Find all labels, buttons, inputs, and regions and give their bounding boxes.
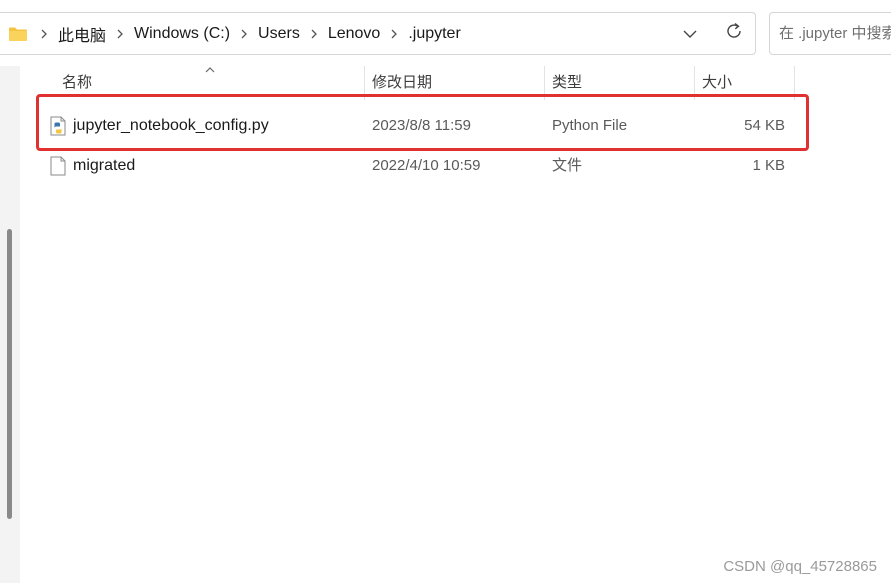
breadcrumb-users[interactable]: Users bbox=[254, 25, 304, 43]
file-date-modified: 2022/4/10 10:59 bbox=[372, 157, 481, 174]
history-dropdown-button[interactable] bbox=[670, 13, 710, 54]
sort-ascending-icon bbox=[204, 62, 216, 73]
column-header-row bbox=[20, 66, 891, 100]
watermark: CSDN @qq_45728865 bbox=[723, 558, 877, 575]
address-bar[interactable]: 此电脑 Windows (C:) Users Lenovo .jupyter bbox=[0, 12, 756, 55]
file-type: 文件 bbox=[552, 157, 583, 174]
file-date-modified: 2023/8/8 11:59 bbox=[372, 117, 471, 134]
column-divider[interactable] bbox=[694, 66, 695, 100]
chevron-right-icon bbox=[34, 29, 54, 39]
column-type[interactable]: 类型 bbox=[552, 66, 582, 100]
breadcrumb-drive-c[interactable]: Windows (C:) bbox=[130, 25, 234, 43]
chevron-right-icon bbox=[234, 29, 254, 39]
breadcrumb-jupyter[interactable]: .jupyter bbox=[404, 25, 464, 43]
blank-file-icon bbox=[49, 156, 67, 176]
file-size: 54 KB bbox=[744, 117, 785, 134]
column-divider[interactable] bbox=[364, 66, 365, 100]
python-file-icon bbox=[49, 116, 67, 136]
refresh-icon bbox=[725, 22, 743, 45]
file-type: Python File bbox=[552, 117, 628, 134]
column-size[interactable]: 大小 bbox=[702, 66, 732, 100]
chevron-down-icon bbox=[683, 25, 697, 43]
scrollbar-thumb[interactable] bbox=[7, 229, 12, 519]
column-divider[interactable] bbox=[794, 66, 795, 100]
chevron-right-icon bbox=[110, 29, 130, 39]
folder-icon bbox=[8, 25, 30, 43]
refresh-button[interactable] bbox=[714, 13, 754, 54]
chevron-right-icon bbox=[304, 29, 324, 39]
toolbar: 此电脑 Windows (C:) Users Lenovo .jupyter 在… bbox=[0, 0, 891, 66]
search-box[interactable]: 在 .jupyter 中搜索 bbox=[769, 12, 891, 55]
column-name[interactable]: 名称 bbox=[62, 66, 92, 100]
breadcrumb: 此电脑 Windows (C:) Users Lenovo .jupyter bbox=[8, 13, 465, 54]
search-placeholder: 在 .jupyter 中搜索 bbox=[779, 25, 891, 42]
file-row[interactable]: jupyter_notebook_config.py 2023/8/8 11:5… bbox=[40, 106, 810, 146]
column-divider[interactable] bbox=[544, 66, 545, 100]
file-name[interactable]: jupyter_notebook_config.py bbox=[73, 106, 269, 146]
breadcrumb-this-pc[interactable]: 此电脑 bbox=[54, 22, 110, 46]
file-name[interactable]: migrated bbox=[73, 146, 135, 186]
chevron-right-icon bbox=[384, 29, 404, 39]
column-date-modified[interactable]: 修改日期 bbox=[372, 66, 432, 100]
file-size: 1 KB bbox=[752, 157, 785, 174]
breadcrumb-lenovo[interactable]: Lenovo bbox=[324, 25, 385, 43]
file-row[interactable]: migrated 2022/4/10 10:59 文件 1 KB bbox=[40, 146, 810, 186]
